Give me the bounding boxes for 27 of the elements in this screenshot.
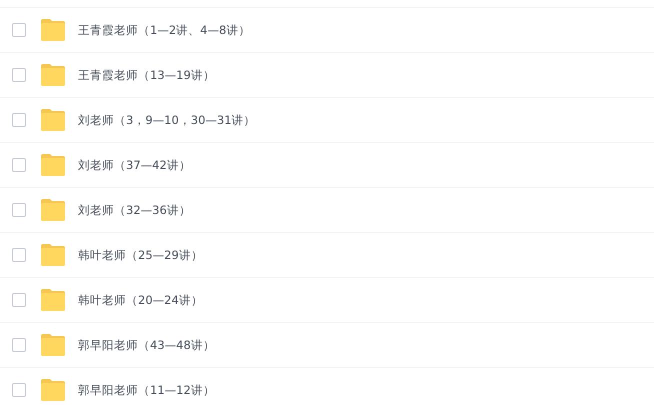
folder-icon [40,199,66,221]
folder-name[interactable]: 郭早阳老师（43—48讲） [78,338,215,352]
checkbox[interactable] [12,293,26,307]
folder-name[interactable]: 王青霞老师（13—19讲） [78,68,215,82]
checkbox[interactable] [12,248,26,262]
checkbox[interactable] [12,203,26,217]
folder-icon [40,289,66,311]
checkbox[interactable] [12,383,26,397]
folder-name[interactable]: 刘老师（32—36讲） [78,202,191,218]
folder-icon [40,19,66,41]
folder-name[interactable]: 刘老师（37—42讲） [78,158,191,172]
folder-name[interactable]: 韩叶老师（25—29讲） [78,248,203,262]
folder-icon [40,244,66,266]
folder-name[interactable]: 韩叶老师（20—24讲） [78,292,203,308]
folder-icon [40,109,66,131]
folder-icon [40,379,66,401]
checkbox[interactable] [12,113,26,127]
folder-name[interactable]: 王青霞老师（1—2讲、4—8讲） [78,22,250,38]
folder-icon [40,64,66,86]
checkbox[interactable] [12,338,26,352]
checkbox[interactable] [12,23,26,37]
checkbox[interactable] [12,158,26,172]
folder-icon [40,334,66,356]
checkbox[interactable] [12,68,26,82]
folder-name[interactable]: 刘老师（3，9—10，30—31讲） [78,112,256,128]
folder-icon [40,154,66,176]
folder-name[interactable]: 郭早阳老师（11—12讲） [78,382,215,398]
